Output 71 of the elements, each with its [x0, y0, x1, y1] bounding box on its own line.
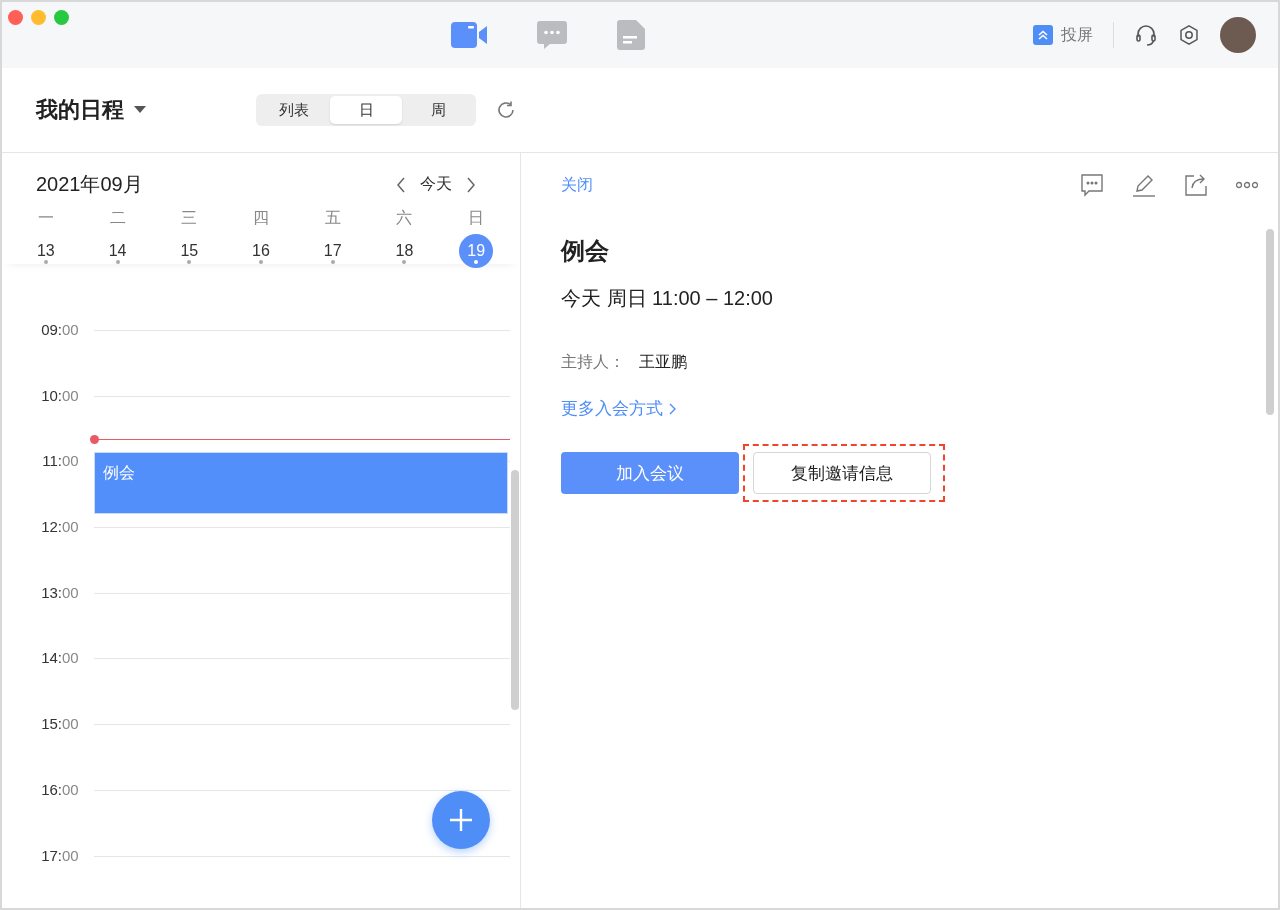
weekday-label: 五: [324, 208, 341, 228]
hour-label: 12:: [40, 517, 62, 538]
event-dot: [474, 260, 479, 264]
weekday-label: 六: [396, 208, 413, 228]
user-avatar[interactable]: [1220, 17, 1256, 53]
next-chevron-icon[interactable]: [466, 176, 476, 193]
comment-icon[interactable]: [1080, 173, 1104, 197]
date-button[interactable]: 16: [244, 234, 278, 268]
event-dot: [187, 260, 192, 264]
date-button[interactable]: 17: [315, 234, 350, 268]
screen-cast-button[interactable]: 投屏: [1033, 24, 1093, 46]
view-tab[interactable]: 列表: [258, 96, 330, 124]
more-dots-icon[interactable]: [1236, 181, 1258, 189]
view-tab[interactable]: 周: [402, 96, 474, 124]
minute-label: 00: [62, 714, 80, 735]
maximize-window-dot[interactable]: [54, 10, 69, 25]
minimize-window-dot[interactable]: [31, 10, 46, 25]
scrollbar-thumb[interactable]: [511, 470, 519, 710]
meeting-title: 例会: [561, 236, 610, 266]
headset-icon[interactable]: [1134, 23, 1158, 47]
date-button[interactable]: 18: [387, 234, 422, 268]
plus-icon: [450, 809, 472, 831]
video-camera-icon[interactable]: [450, 20, 487, 50]
minute-label: 00: [62, 385, 80, 406]
edit-pencil-icon[interactable]: [1132, 173, 1156, 197]
event-dot: [115, 260, 120, 264]
close-window-dot[interactable]: [8, 10, 23, 25]
minute-label: 00: [62, 845, 80, 866]
month-label: 2021年09月: [36, 172, 143, 197]
add-button[interactable]: [432, 791, 490, 849]
hour-label: 10:: [40, 385, 62, 406]
hour-label: 09:: [40, 320, 62, 340]
date-button[interactable]: 13: [28, 234, 63, 268]
chevron-right-icon: [669, 402, 676, 415]
minute-label: 00: [62, 779, 80, 800]
weekday-label: 四: [253, 208, 269, 228]
event-dot: [259, 260, 263, 264]
previous-chevron-icon[interactable]: [396, 176, 406, 193]
event-dot: [330, 260, 335, 264]
calendar-title: 我的日程: [36, 96, 124, 124]
share-icon[interactable]: [1184, 173, 1208, 197]
view-tab[interactable]: 日: [330, 96, 402, 124]
weekday-label: 日: [468, 208, 485, 228]
hour-label: 16:: [40, 779, 62, 800]
minute-label: 00: [62, 517, 80, 538]
weekday-label: 三: [181, 208, 198, 228]
date-button[interactable]: 14: [100, 234, 135, 268]
minute-label: 00: [62, 648, 80, 669]
hour-label: 15:: [40, 714, 62, 735]
refresh-icon[interactable]: [496, 100, 516, 120]
hour-label: 17:: [40, 845, 62, 866]
today-button[interactable]: 今天: [420, 174, 452, 195]
double-chevron-icon: [1033, 25, 1053, 45]
date-button[interactable]: 15: [172, 234, 207, 268]
minute-label: 00: [62, 451, 80, 472]
copy-invite-button[interactable]: 复制邀请信息: [753, 452, 931, 494]
weekday-label: 一: [37, 208, 54, 228]
meeting-time: 今天 周日 11:00 – 12:00: [561, 286, 774, 311]
minute-label: 00: [62, 582, 80, 603]
hour-label: 13:: [40, 582, 62, 603]
hour-label: 14:: [40, 648, 62, 669]
host-label: 主持人：: [561, 352, 625, 372]
event-dot: [402, 260, 407, 264]
scrollbar-thumb[interactable]: [1266, 229, 1274, 415]
weekday-label: 二: [109, 208, 126, 228]
minute-label: 00: [62, 320, 80, 340]
dropdown-caret-icon[interactable]: [134, 106, 146, 114]
event-dot: [43, 260, 48, 264]
hour-label: 11:: [41, 451, 62, 472]
host-name: 王亚鹏: [639, 352, 687, 372]
settings-icon[interactable]: [1178, 24, 1200, 46]
